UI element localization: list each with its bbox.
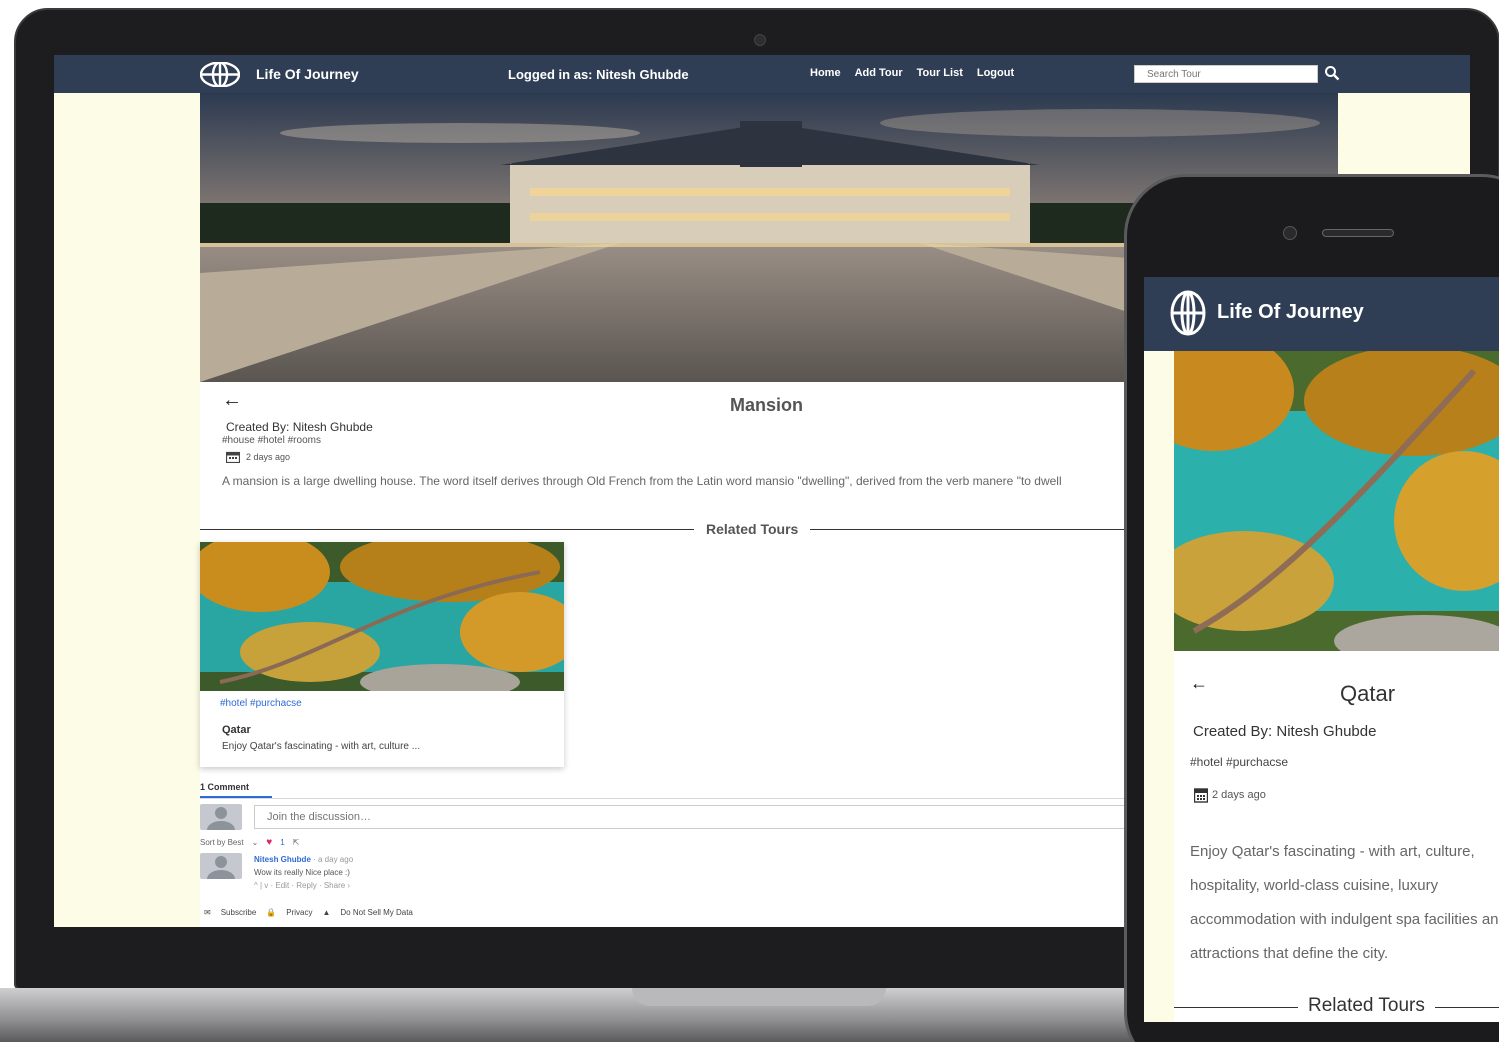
back-arrow-icon[interactable]: ← bbox=[222, 389, 242, 412]
brand-name[interactable]: Life Of Journey bbox=[256, 66, 359, 82]
card-tags[interactable]: #hotel #purchacse bbox=[220, 698, 302, 709]
card-title[interactable]: Qatar bbox=[222, 724, 251, 736]
mail-icon: ✉ bbox=[204, 908, 211, 917]
nav-link-tour-list[interactable]: Tour List bbox=[917, 67, 963, 79]
mobile-created-by: Created By: Nitesh Ghubde bbox=[1193, 723, 1377, 740]
comment-author[interactable]: Nitesh Ghubde · a day ago bbox=[254, 855, 353, 864]
mobile-tour-description: Enjoy Qatar's fascinating - with art, cu… bbox=[1190, 843, 1499, 962]
tour-description: A mansion is a large dwelling house. The… bbox=[222, 474, 1062, 488]
nav-link-home[interactable]: Home bbox=[810, 67, 841, 79]
related-tours-heading: Related Tours bbox=[694, 521, 811, 537]
comment-author-name[interactable]: Nitesh Ghubde bbox=[254, 855, 311, 864]
globe-icon[interactable] bbox=[200, 62, 240, 87]
avatar bbox=[200, 853, 242, 879]
avatar bbox=[200, 804, 242, 830]
laptop-notch bbox=[632, 988, 886, 1006]
like-count: 1 bbox=[280, 838, 285, 847]
phone-camera bbox=[1283, 226, 1297, 240]
tour-date-text: 2 days ago bbox=[246, 452, 291, 462]
mobile-tour-detail: ← Qatar Created By: Nitesh Ghubde #hotel… bbox=[1174, 351, 1499, 1022]
warning-icon: ▲ bbox=[322, 908, 331, 917]
lock-icon: 🔒 bbox=[266, 908, 277, 917]
tour-date: 2 days ago bbox=[226, 451, 290, 463]
mobile-tour-date-text: 2 days ago bbox=[1212, 789, 1266, 801]
search-input[interactable] bbox=[1134, 65, 1318, 83]
tour-tags[interactable]: #house #hotel #rooms bbox=[222, 435, 321, 446]
subscribe-link[interactable]: Subscribe bbox=[221, 908, 257, 917]
mobile-tour-date: 2 days ago bbox=[1194, 787, 1266, 803]
mobile-brand-name[interactable]: Life Of Journey bbox=[1217, 301, 1364, 324]
nav-link-logout[interactable]: Logout bbox=[977, 67, 1014, 79]
calendar-icon bbox=[1194, 788, 1208, 803]
laptop-camera bbox=[754, 34, 766, 46]
related-tour-card[interactable]: #hotel #purchacse Qatar Enjoy Qatar's fa… bbox=[200, 542, 564, 767]
nav-link-add-tour[interactable]: Add Tour bbox=[855, 67, 903, 79]
mobile-tour-title: Qatar bbox=[1340, 681, 1396, 706]
share-icon[interactable]: ⇱ bbox=[293, 838, 300, 847]
comment-text: Wow its really Nice place :) bbox=[254, 868, 350, 877]
logged-in-user: Logged in as: Nitesh Ghubde bbox=[508, 67, 689, 82]
mobile-related-tours-heading: Related Tours bbox=[1298, 995, 1435, 1017]
comment-sort-row: Sort by Best ⌄ ♥ 1 ⇱ bbox=[200, 837, 299, 848]
privacy-link[interactable]: Privacy bbox=[286, 908, 312, 917]
globe-icon[interactable] bbox=[1170, 289, 1206, 337]
mobile-navbar: Life Of Journey bbox=[1144, 277, 1499, 351]
comment-time: · a day ago bbox=[313, 855, 354, 864]
comment-actions[interactable]: ^ | v · Edit · Reply · Share › bbox=[254, 881, 350, 890]
chevron-down-icon: ⌄ bbox=[251, 838, 259, 847]
mobile-screen: Life Of Journey ← Qatar Created By: Nite… bbox=[1144, 277, 1499, 1022]
comment-footer: ✉ Subscribe 🔒 Privacy ▲ Do Not Sell My D… bbox=[204, 908, 413, 917]
back-arrow-icon[interactable]: ← bbox=[1190, 673, 1208, 694]
calendar-icon bbox=[226, 451, 240, 463]
sort-dropdown[interactable]: Sort by Best bbox=[200, 838, 244, 847]
do-not-sell-link[interactable]: Do Not Sell My Data bbox=[340, 908, 412, 917]
search-icon[interactable] bbox=[1324, 65, 1340, 81]
tour-title: Mansion bbox=[730, 395, 804, 415]
mockup-stage: Life Of Journey Logged in as: Nitesh Ghu… bbox=[0, 0, 1499, 1042]
phone-speaker bbox=[1322, 229, 1394, 237]
comment-count[interactable]: 1 Comment bbox=[200, 782, 272, 798]
created-by: Created By: Nitesh Ghubde bbox=[226, 420, 373, 434]
mobile-tour-tags[interactable]: #hotel #purchacse bbox=[1190, 755, 1288, 769]
desktop-navbar: Life Of Journey Logged in as: Nitesh Ghu… bbox=[54, 55, 1470, 93]
nav-links: Home Add Tour Tour List Logout bbox=[810, 67, 1014, 79]
qatar-hero-image bbox=[1174, 351, 1499, 651]
card-excerpt: Enjoy Qatar's fascinating - with art, cu… bbox=[222, 741, 421, 752]
heart-icon[interactable]: ♥ bbox=[266, 837, 272, 848]
qatar-card-image bbox=[200, 542, 564, 691]
